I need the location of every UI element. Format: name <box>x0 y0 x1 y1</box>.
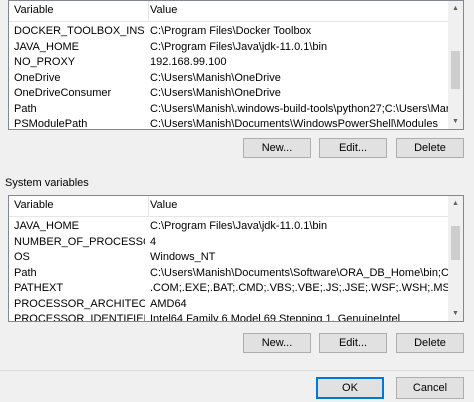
row-value: AMD64 <box>150 297 187 310</box>
row-value: 4 <box>150 235 157 248</box>
row-value: .COM;.EXE;.BAT;.CMD;.VBS;.VBE;.JS;.JSE;.… <box>150 282 450 294</box>
scroll-up-arrow-icon[interactable]: ▲ <box>448 196 463 211</box>
column-header-variable[interactable]: Variable <box>14 199 54 211</box>
row-variable: DOCKER_TOOLBOX_INSTAL... <box>14 25 145 37</box>
table-row[interactable]: OneDrive C:\Users\Manish\OneDrive <box>9 71 463 87</box>
system-edit-button[interactable]: Edit... <box>319 333 387 353</box>
row-value: C:\Users\Manish\.windows-build-tools\pyt… <box>150 102 450 115</box>
row-variable: Path <box>14 102 37 115</box>
column-separator[interactable] <box>148 196 149 216</box>
user-variables-list[interactable]: Variable Value DOCKER_TOOLBOX_INSTAL... C… <box>8 0 464 130</box>
row-variable: Path <box>14 266 37 279</box>
scroll-up-arrow-icon[interactable]: ▲ <box>448 1 463 16</box>
row-variable: PATHEXT <box>14 282 64 294</box>
row-value: C:\Program Files\Java\jdk-11.0.1\bin <box>150 220 328 232</box>
row-value: C:\Users\Manish\OneDrive <box>150 87 281 99</box>
table-row[interactable]: PATHEXT .COM;.EXE;.BAT;.CMD;.VBS;.VBE;.JS… <box>9 281 463 297</box>
table-row[interactable]: JAVA_HOME C:\Program Files\Java\jdk-11.0.… <box>9 219 463 235</box>
scrollbar-thumb[interactable] <box>451 226 460 260</box>
user-edit-button[interactable]: Edit... <box>319 138 387 158</box>
row-value: C:\Program Files\Java\jdk-11.0.1\bin <box>150 40 328 53</box>
dialog-footer-divider <box>0 370 474 371</box>
row-value: Windows_NT <box>150 251 216 263</box>
user-variables-header: Variable Value <box>9 1 463 22</box>
row-value: C:\Users\Manish\Documents\WindowsPowerSh… <box>150 118 438 130</box>
column-separator[interactable] <box>148 1 149 21</box>
row-variable: PSModulePath <box>14 118 88 130</box>
table-row[interactable]: PROCESSOR_IDENTIFIER Intel64 Family 6 Mod… <box>9 312 463 322</box>
user-new-button[interactable]: New... <box>243 138 311 158</box>
row-value: C:\Program Files\Docker Toolbox <box>150 25 312 37</box>
row-variable: OneDrive <box>14 71 61 84</box>
system-variables-list[interactable]: Variable Value JAVA_HOME C:\Program Files… <box>8 195 464 322</box>
row-variable: NUMBER_OF_PROCESSORS <box>14 235 145 248</box>
ok-button[interactable]: OK <box>316 377 384 399</box>
row-value: 192.168.99.100 <box>150 56 227 68</box>
column-header-value[interactable]: Value <box>150 199 177 211</box>
table-row[interactable]: NO_PROXY 192.168.99.100 <box>9 55 463 71</box>
table-row[interactable]: JAVA_HOME C:\Program Files\Java\jdk-11.0.… <box>9 40 463 56</box>
row-value: Intel64 Family 6 Model 69 Stepping 1, Ge… <box>150 313 401 322</box>
cancel-button[interactable]: Cancel <box>396 377 464 399</box>
table-row[interactable]: NUMBER_OF_PROCESSORS 4 <box>9 235 463 251</box>
table-row[interactable]: PSModulePath C:\Users\Manish\Documents\Wi… <box>9 117 463 130</box>
column-header-value[interactable]: Value <box>150 4 177 16</box>
user-variables-scrollbar[interactable]: ▲ ▼ <box>448 1 463 129</box>
system-variables-header: Variable Value <box>9 196 463 217</box>
row-variable: PROCESSOR_IDENTIFIER <box>14 313 145 322</box>
table-row[interactable]: PROCESSOR_ARCHITECTURE AMD64 <box>9 297 463 313</box>
table-row[interactable]: Path C:\Users\Manish\.windows-build-tools… <box>9 102 463 118</box>
row-variable: PROCESSOR_ARCHITECTURE <box>14 297 145 310</box>
system-delete-button[interactable]: Delete <box>396 333 464 353</box>
scrollbar-thumb[interactable] <box>451 51 460 89</box>
table-row[interactable]: OneDriveConsumer C:\Users\Manish\OneDrive <box>9 86 463 102</box>
column-header-variable[interactable]: Variable <box>14 4 54 16</box>
row-value: C:\Users\Manish\Documents\Software\ORA_D… <box>150 266 450 279</box>
system-variables-label: System variables <box>5 177 89 189</box>
table-row[interactable]: Path C:\Users\Manish\Documents\Software\O… <box>9 266 463 282</box>
table-row[interactable]: OS Windows_NT <box>9 250 463 266</box>
scroll-down-arrow-icon[interactable]: ▼ <box>448 114 463 129</box>
row-variable: OneDriveConsumer <box>14 87 112 99</box>
table-row[interactable]: DOCKER_TOOLBOX_INSTAL... C:\Program Files… <box>9 24 463 40</box>
user-variables-rows: DOCKER_TOOLBOX_INSTAL... C:\Program Files… <box>9 22 463 130</box>
row-variable: NO_PROXY <box>14 56 76 68</box>
row-variable: JAVA_HOME <box>14 220 79 232</box>
scroll-down-arrow-icon[interactable]: ▼ <box>448 306 463 321</box>
system-new-button[interactable]: New... <box>243 333 311 353</box>
row-variable: OS <box>14 251 30 263</box>
system-variables-scrollbar[interactable]: ▲ ▼ <box>448 196 463 321</box>
system-variables-rows: JAVA_HOME C:\Program Files\Java\jdk-11.0.… <box>9 217 463 322</box>
user-delete-button[interactable]: Delete <box>396 138 464 158</box>
row-value: C:\Users\Manish\OneDrive <box>150 71 281 84</box>
row-variable: JAVA_HOME <box>14 40 79 53</box>
